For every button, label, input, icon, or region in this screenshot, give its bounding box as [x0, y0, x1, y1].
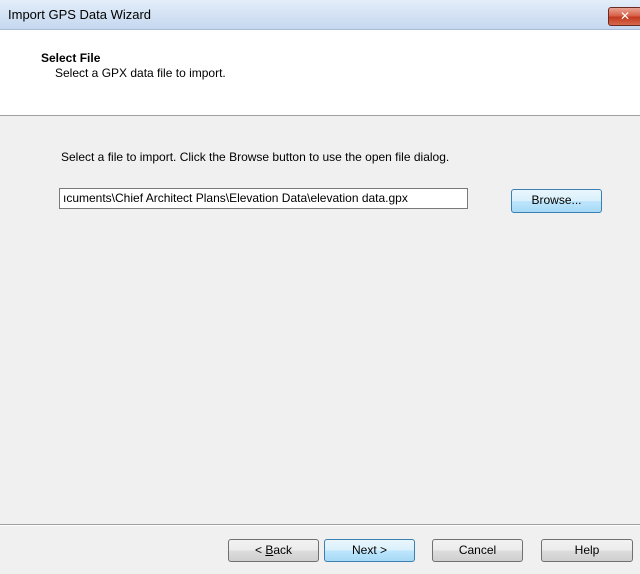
title-bar[interactable]: Import GPS Data Wizard ✕ [0, 0, 640, 30]
browse-button[interactable]: Browse... [511, 189, 602, 213]
back-button[interactable]: < Back [228, 539, 319, 562]
wizard-footer: < Back Next > Cancel Help [0, 526, 640, 574]
instructions-text: Select a file to import. Click the Brows… [61, 150, 450, 164]
window-title: Import GPS Data Wizard [8, 7, 152, 22]
wizard-header: Select File Select a GPX data file to im… [0, 30, 640, 116]
cancel-button[interactable]: Cancel [432, 539, 523, 562]
file-path-text: ıcuments\Chief Architect Plans\Elevation… [63, 191, 408, 205]
page-title: Select File [41, 51, 101, 65]
wizard-body: Select a file to import. Click the Brows… [0, 117, 640, 525]
close-icon[interactable]: ✕ [608, 7, 640, 26]
back-prefix: < [254, 543, 266, 557]
next-button[interactable]: Next > [324, 539, 415, 562]
help-button[interactable]: Help [541, 539, 633, 562]
wizard-window: Import GPS Data Wizard ✕ Select File Sel… [0, 0, 640, 574]
file-path-input[interactable]: ıcuments\Chief Architect Plans\Elevation… [59, 188, 468, 209]
page-subtitle: Select a GPX data file to import. [55, 66, 226, 80]
back-rest: ack [273, 543, 293, 557]
